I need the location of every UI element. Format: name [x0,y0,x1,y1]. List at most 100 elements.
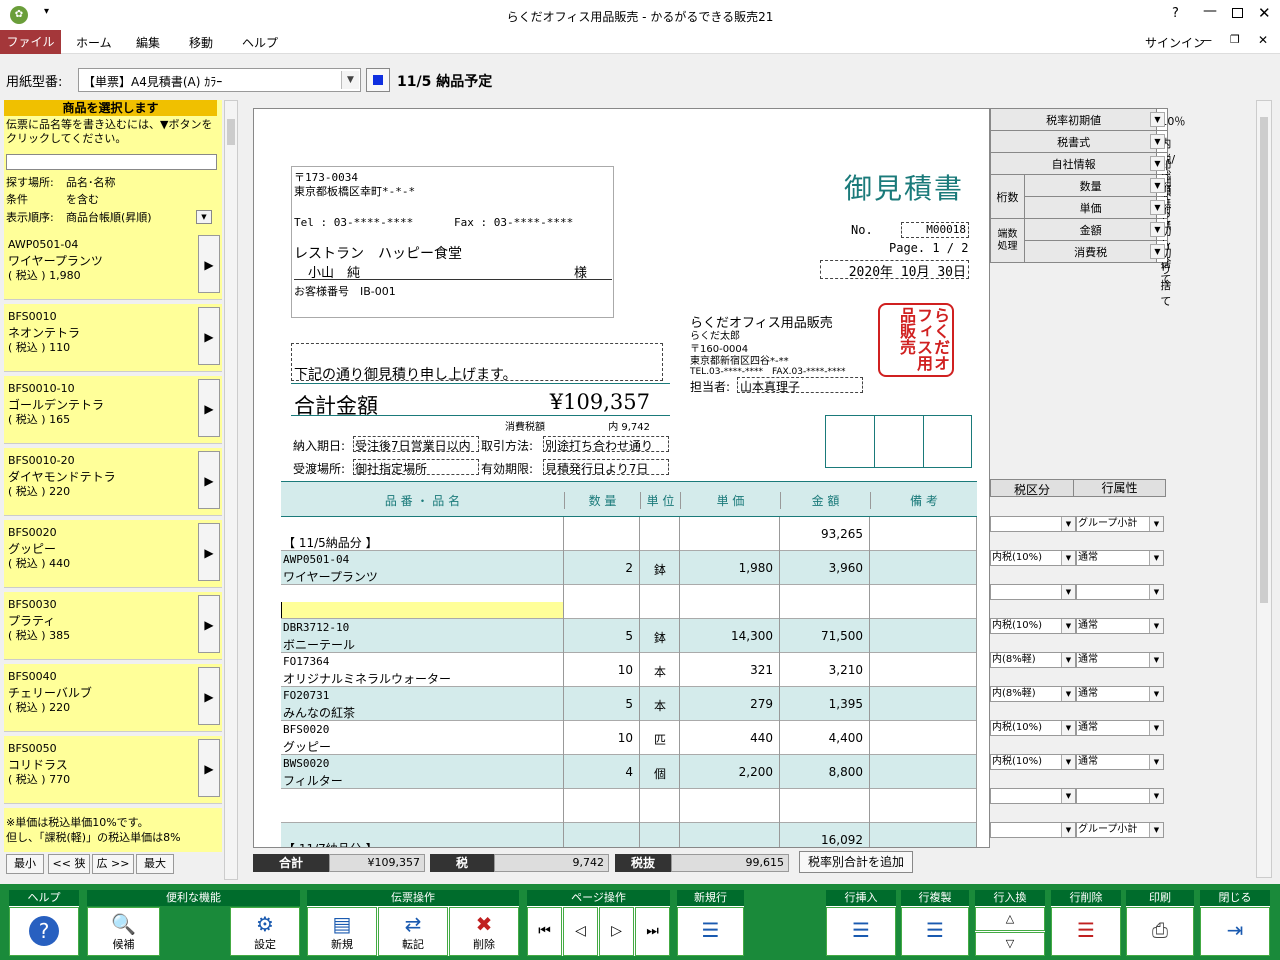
cell-unit[interactable]: 本 [640,687,680,721]
setting-companyinfo[interactable]: 印刷する▼ [1150,152,1171,220]
menu-home[interactable]: ホーム [76,34,112,51]
candidate-button[interactable]: 🔍 候補 [87,907,160,956]
table-row[interactable]: AWP0501-04 ワイヤープランツ 2 鉢 1,980 3,960 [281,551,977,585]
menu-edit[interactable]: 編集 [136,34,160,51]
copy-row-button[interactable]: ☰ [901,907,969,956]
close-icon[interactable]: ✕ [1258,4,1271,22]
table-row[interactable] [281,789,977,823]
chevron-down-icon[interactable]: ▼ [1061,585,1075,599]
table-row[interactable] [281,585,977,619]
color-button[interactable] [366,68,390,92]
last-page-icon[interactable]: ⏭ [635,907,670,956]
estimate-date[interactable]: 2020年 10月 30日 [820,260,969,280]
tax-class-select[interactable]: 内(8%軽) ▼ [990,686,1076,702]
cell-unit[interactable]: 鉢 [640,619,680,653]
help-icon[interactable]: ? [1172,6,1179,21]
table-row[interactable]: BFS0020 グッピー 10 匹 440 4,400 [281,721,977,755]
item-insert-arrow-icon[interactable]: ▶ [198,667,220,725]
cell-amount[interactable]: 1,395 [780,687,870,721]
list-item[interactable]: BFS0050 コリドラス ( 税込 ) 770 ▶ [4,736,222,804]
table-row[interactable]: 【 11/5納品分 】 93,265 [281,517,977,551]
chevron-down-icon[interactable]: ▼ [1061,755,1075,769]
chevron-down-icon[interactable]: ▼ [1150,244,1165,259]
cell-price[interactable] [680,517,780,551]
list-item[interactable]: BFS0040 チェリーバルブ ( 税込 ) 220 ▶ [4,664,222,732]
cell-note[interactable] [870,755,977,789]
row-attr-select[interactable]: 通常 ▼ [1076,618,1164,634]
add-taxrate-total-button[interactable]: 税率別合計を追加 [799,851,913,873]
delete-slip-button[interactable]: ✖ 削除 [449,907,519,956]
cell-note[interactable] [870,721,977,755]
row-attr-select[interactable]: グループ小計 ▼ [1076,516,1164,532]
table-row[interactable]: DBR3712-10 ボニーテール 5 鉢 14,300 71,500 [281,619,977,653]
item-insert-arrow-icon[interactable]: ▶ [198,235,220,293]
cell-qty[interactable] [564,517,640,551]
cell-amount[interactable]: 3,210 [780,653,870,687]
place-value[interactable]: 御社指定場所 [353,459,479,476]
print-button[interactable]: ⎙ [1126,907,1194,956]
left-scroll-thumb[interactable] [227,119,235,145]
cell-item[interactable]: BFS0020 グッピー [281,721,564,755]
move-row-up-icon[interactable]: △ [975,907,1045,931]
cell-note[interactable] [870,789,977,823]
setting-amount-round[interactable]: 切り捨て▼ [1150,218,1171,286]
chevron-down-icon[interactable]: ▼ [1061,517,1075,531]
list-item[interactable]: BFS0030 プラティ ( 税込 ) 385 ▶ [4,592,222,660]
cell-note[interactable] [870,517,977,551]
help-button[interactable]: ? [9,907,79,956]
cell-note[interactable] [870,823,977,847]
restore-icon[interactable]: ❐ [1230,33,1240,46]
chevron-down-icon[interactable]: ▼ [1061,789,1075,803]
cell-note[interactable] [870,619,977,653]
cell-item[interactable] [281,585,564,619]
row-attr-select[interactable]: 通常 ▼ [1076,550,1164,566]
cell-unit[interactable]: 鉢 [640,551,680,585]
cell-note[interactable] [870,687,977,721]
cell-item[interactable]: AWP0501-04 ワイヤープランツ [281,551,564,585]
cell-price[interactable] [680,823,780,847]
search-input[interactable] [6,154,217,170]
cell-qty[interactable] [564,789,640,823]
cell-note[interactable] [870,551,977,585]
delivery-value[interactable]: 受注後7日営業日以内 [353,436,479,453]
greeting-box[interactable]: 下記の通り御見積り申し上げます。 [291,343,663,383]
row-attr-select[interactable]: ▼ [1076,584,1164,600]
cell-item[interactable]: FO17364 オリジナルミネラルウォーター [281,653,564,687]
tax-class-select[interactable]: 内税(10%) ▼ [990,720,1076,736]
chevron-down-icon[interactable]: ▼ [1150,156,1165,171]
chevron-down-icon[interactable]: ▼ [1149,755,1163,769]
cell-unit[interactable]: 匹 [640,721,680,755]
cell-note[interactable] [870,585,977,619]
customer-fax[interactable]: Fax : 03-****-**** [454,216,573,229]
tax-class-select[interactable]: 内税(10%) ▼ [990,754,1076,770]
row-attr-select[interactable]: 通常 ▼ [1076,652,1164,668]
cell-item[interactable] [281,789,564,823]
tax-class-select[interactable]: 内税(10%) ▼ [990,618,1076,634]
setting-tax-round[interactable]: 切り捨て ▼ [1150,240,1171,308]
tax-class-select[interactable]: ▼ [990,584,1076,600]
close-button[interactable]: ⇥ [1200,907,1270,956]
cell-item[interactable]: 【 11/7納品分 】 [281,823,564,847]
left-scrollbar[interactable] [224,100,238,880]
chevron-down-icon[interactable]: ▼ [1149,789,1163,803]
list-item[interactable]: BFS0010 ネオンテトラ ( 税込 ) 110 ▶ [4,304,222,372]
move-row-down-icon[interactable]: ▽ [975,932,1045,956]
delete-row-button[interactable]: ☰ [1051,907,1121,956]
cell-item[interactable]: BWS0020 フィルター [281,755,564,789]
chevron-down-icon[interactable]: ▼ [1061,687,1075,701]
chevron-down-icon[interactable]: ▼ [1149,619,1163,633]
order-value[interactable]: 商品台帳順(昇順) [66,209,152,225]
setting-button[interactable]: ⚙ 設定 [230,907,300,956]
chevron-down-icon[interactable]: ▼ [1149,551,1163,565]
chevron-down-icon[interactable]: ▼ [1149,653,1163,667]
item-insert-arrow-icon[interactable]: ▶ [198,379,220,437]
table-row[interactable]: FO20731 みんなの紅茶 5 本 279 1,395 [281,687,977,721]
new-row-button[interactable]: ☰ [677,907,744,956]
tax-class-select[interactable]: ▼ [990,788,1076,804]
table-row[interactable]: FO17364 オリジナルミネラルウォーター 10 本 321 3,210 [281,653,977,687]
condition-value[interactable]: を含む [66,191,99,207]
cell-item[interactable]: DBR3712-10 ボニーテール [281,619,564,653]
valid-value[interactable]: 見積発行日より7日 [543,459,669,476]
chevron-down-icon[interactable]: ▼ [1061,823,1075,837]
terms-value[interactable]: 別途打ち合わせ通り [543,436,669,453]
